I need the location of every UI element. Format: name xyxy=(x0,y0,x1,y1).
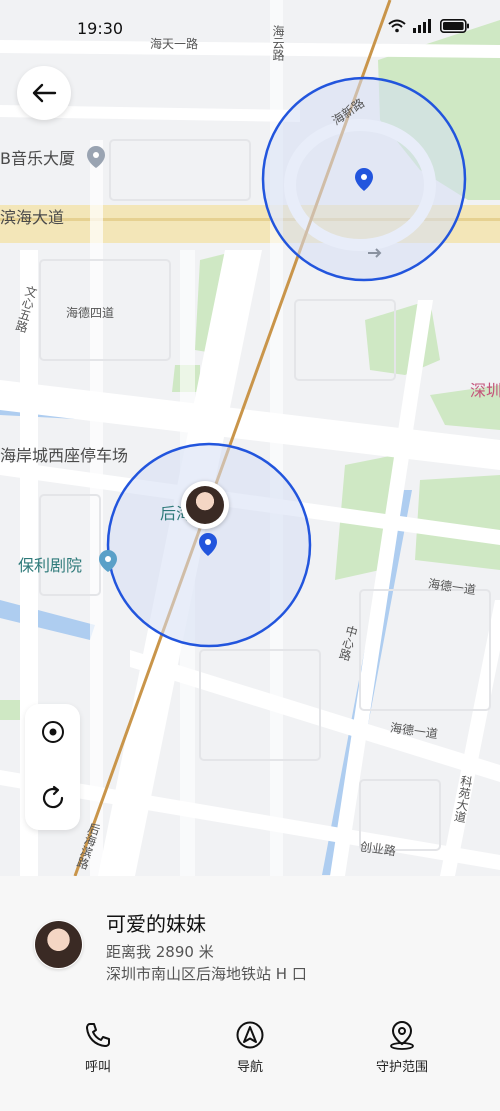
map-label-binhai: 滨海大道 xyxy=(0,208,65,227)
status-bar: 19:30 xyxy=(0,0,500,60)
avatar-image xyxy=(186,486,224,524)
map-label-haide4: 海德四道 xyxy=(66,306,115,320)
call-button[interactable]: 呼叫 xyxy=(38,1016,158,1075)
map-label-shenzhen: 深圳 xyxy=(470,381,500,400)
guard-range-button[interactable]: 守护范围 xyxy=(342,1016,462,1075)
action-bar: 呼叫 导航 守护范围 xyxy=(0,1016,500,1096)
contact-panel: 可爱的妹妹 距离我 2890 米 深圳市南山区后海地铁站 H 口 呼叫 导航 守… xyxy=(0,876,500,1111)
navigation-icon xyxy=(236,1021,264,1049)
battery-icon xyxy=(440,19,469,33)
avatar-image xyxy=(35,921,82,968)
wifi-icon xyxy=(388,19,406,33)
arrow-left-icon xyxy=(32,83,57,103)
water-3 xyxy=(0,600,95,640)
map-label-music-building: B音乐大厦 xyxy=(0,149,75,168)
locate-button[interactable] xyxy=(25,704,80,759)
navigate-button[interactable]: 导航 xyxy=(190,1016,310,1075)
call-label: 呼叫 xyxy=(84,1060,111,1075)
map-tools xyxy=(25,704,80,830)
contact-avatar-marker[interactable] xyxy=(181,481,229,529)
locate-icon xyxy=(41,720,64,743)
guard-range-label: 守护范围 xyxy=(375,1060,428,1075)
road-zhongxin xyxy=(330,300,433,876)
avatar xyxy=(34,920,83,969)
back-button[interactable] xyxy=(17,66,71,120)
contact-distance: 距离我 2890 米 xyxy=(106,943,214,961)
contact-name: 可爱的妹妹 xyxy=(106,912,206,936)
navigate-label: 导航 xyxy=(236,1060,263,1075)
refresh-icon xyxy=(42,785,63,808)
map-label-poly: 保利剧院 xyxy=(18,556,83,575)
location-pin-icon xyxy=(390,1020,414,1050)
refresh-button[interactable] xyxy=(25,770,80,825)
contact-address: 深圳市南山区后海地铁站 H 口 xyxy=(106,965,307,983)
phone-icon xyxy=(86,1023,110,1047)
map-label-parking: 海岸城西座停车场 xyxy=(0,446,129,465)
signal-icon xyxy=(413,19,431,33)
status-time: 19:30 xyxy=(77,19,124,38)
road-w2 xyxy=(90,140,103,876)
